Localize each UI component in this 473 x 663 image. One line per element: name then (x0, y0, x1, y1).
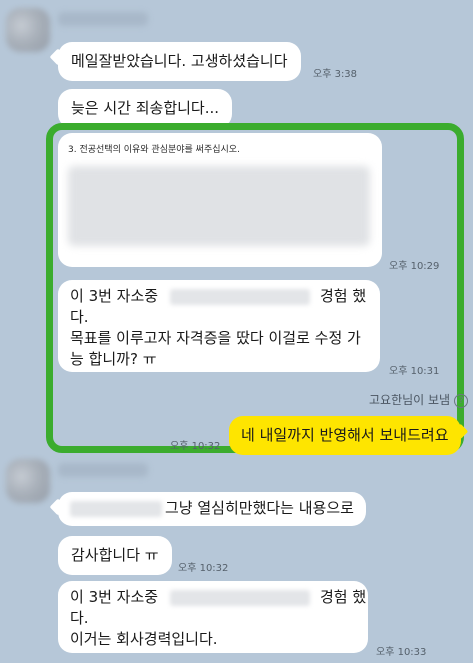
message-text: 다. (70, 308, 89, 326)
message-line: 이 3번 자소중 경험 했 (70, 587, 366, 608)
message-text: 메일잘받았습니다. 고생하셨습니다 (71, 52, 288, 70)
message-text: 이 3번 자소중 (70, 287, 159, 305)
message-time: 오후 10:32 (170, 441, 221, 452)
sender-name-blurred (58, 12, 148, 26)
redacted-text (170, 590, 310, 606)
help-icon[interactable]: ? (454, 393, 469, 408)
message-text: 늦은 시간 죄송합니다... (71, 99, 220, 117)
sender-avatar[interactable] (6, 459, 50, 503)
sent-by-note: 고요한님이 보냄? (369, 391, 469, 408)
my-message-bubble[interactable]: 네 내일까지 반영해서 보내드려요 (229, 416, 461, 455)
message-line: 이 3번 자소중 경험 했 (70, 286, 368, 307)
message-bubble[interactable]: 메일잘받았습니다. 고생하셨습니다 (58, 42, 301, 81)
message-bubble[interactable]: 그냥 열심히만했다는 내용으로 (58, 492, 366, 526)
message-text: 경험 했 (320, 588, 367, 606)
sender-avatar[interactable] (6, 8, 50, 52)
message-text: 경험 했 (320, 287, 367, 305)
redacted-text (170, 289, 310, 305)
message-time: 오후 10:31 (389, 366, 440, 377)
redacted-text (70, 501, 162, 517)
message-text: 목표를 이루고자 자격증을 땄다 이걸로 수정 가 (70, 329, 361, 347)
message-time: 오후 10:33 (376, 647, 427, 658)
message-time: 오후 10:29 (389, 261, 440, 272)
document-caption: 3. 전공선택의 이유와 관심분야를 써주십시오. (68, 145, 240, 155)
message-text: 감사합니다 ㅠ (71, 546, 159, 564)
message-bubble[interactable]: 감사합니다 ㅠ (58, 536, 172, 575)
message-bubble[interactable]: 이 3번 자소중 경험 했 다. 이거는 회사경력입니다. (58, 581, 368, 653)
sender-name-blurred (58, 463, 148, 477)
message-time: 오후 10:32 (178, 563, 229, 574)
message-text: 능 합니까? ㅠ (70, 350, 157, 368)
message-bubble[interactable]: 이 3번 자소중 경험 했 다. 목표를 이루고자 자격증을 땄다 이걸로 수정… (58, 280, 380, 372)
message-text: 네 내일까지 반영해서 보내드려요 (241, 426, 449, 444)
message-text: 다. (70, 609, 89, 627)
message-text: 그냥 열심히만했다는 내용으로 (165, 499, 354, 517)
message-text: 이거는 회사경력입니다. (70, 630, 218, 648)
message-time: 오후 3:38 (313, 69, 358, 80)
sent-by-text: 고요한님이 보냄 (369, 393, 451, 407)
image-message-bubble[interactable]: 3. 전공선택의 이유와 관심분야를 써주십시오. (58, 133, 382, 267)
document-content-blurred (68, 166, 370, 246)
message-text: 이 3번 자소중 (70, 588, 159, 606)
